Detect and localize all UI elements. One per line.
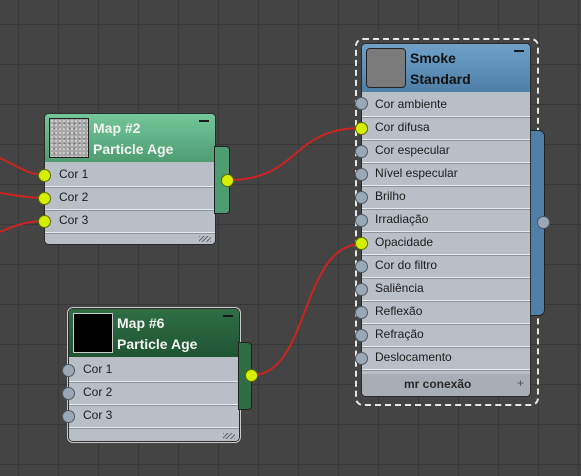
expand-icon[interactable]: + xyxy=(517,376,524,390)
node-map6-particle-age[interactable]: Map #6 Particle Age Cor 1 Cor 2 Cor 3 xyxy=(69,309,239,441)
input-row-brilho[interactable]: Brilho xyxy=(362,186,530,209)
input-row-cor-especular[interactable]: Cor especular xyxy=(362,140,530,163)
input-label: Cor especular xyxy=(375,143,450,157)
input-port-saliencia[interactable] xyxy=(355,283,368,296)
minimize-icon[interactable] xyxy=(514,50,524,52)
node-body: Cor ambiente Cor difusa Cor especular Ní… xyxy=(362,92,530,396)
input-label: Cor 2 xyxy=(83,385,113,399)
input-port-cor1[interactable] xyxy=(38,169,51,182)
mr-connection-group[interactable]: mr conexão + xyxy=(362,374,530,396)
node-header[interactable]: Map #2 Particle Age xyxy=(45,114,215,162)
output-port[interactable] xyxy=(245,369,258,382)
node-smoke-standard[interactable]: Smoke Standard Cor ambiente Cor difusa C… xyxy=(362,44,530,396)
input-row-deslocamento[interactable]: Deslocamento xyxy=(362,347,530,370)
input-label: Cor 3 xyxy=(83,408,113,422)
input-label: Cor 2 xyxy=(59,190,89,204)
input-port-cor-ambiente[interactable] xyxy=(355,97,368,110)
input-port-reflexao[interactable] xyxy=(355,306,368,319)
input-port-cor-especular[interactable] xyxy=(355,145,368,158)
input-row-cor1[interactable]: Cor 1 xyxy=(69,359,239,382)
node-title: Map #2 xyxy=(93,120,141,136)
minimize-icon[interactable] xyxy=(199,120,209,122)
input-port-cor2[interactable] xyxy=(38,192,51,205)
input-row-cor-difusa[interactable]: Cor difusa xyxy=(362,117,530,140)
input-label: Cor ambiente xyxy=(375,97,448,111)
input-label: Reflexão xyxy=(375,304,423,318)
output-port[interactable] xyxy=(537,216,550,229)
input-label: Opacidade xyxy=(375,235,434,249)
input-port-cor3[interactable] xyxy=(62,410,75,423)
node-subtitle: Particle Age xyxy=(93,141,174,157)
input-row-cor-ambiente[interactable]: Cor ambiente xyxy=(362,94,530,117)
input-row-cor1[interactable]: Cor 1 xyxy=(45,164,215,187)
wire-map2-to-cor-difusa xyxy=(227,127,363,181)
input-row-irradiacao[interactable]: Irradiação xyxy=(362,209,530,232)
input-row-cor2[interactable]: Cor 2 xyxy=(69,382,239,405)
node-subtitle: Particle Age xyxy=(117,336,198,352)
material-thumbnail xyxy=(366,48,406,88)
node-title: Map #6 xyxy=(117,315,165,331)
input-label: Cor difusa xyxy=(375,120,430,134)
input-label: Nível especular xyxy=(375,166,458,180)
map-thumbnail xyxy=(73,313,113,353)
input-label: Cor 1 xyxy=(83,362,113,376)
resize-grip-icon[interactable] xyxy=(223,433,235,439)
input-label: Cor 3 xyxy=(59,213,89,227)
minimize-icon[interactable] xyxy=(223,315,233,317)
input-port-opacidade[interactable] xyxy=(355,237,368,250)
input-port-refracao[interactable] xyxy=(355,329,368,342)
input-port-brilho[interactable] xyxy=(355,191,368,204)
input-label: Irradiação xyxy=(375,212,429,226)
input-row-reflexao[interactable]: Reflexão xyxy=(362,301,530,324)
input-row-nivel-especular[interactable]: Nível especular xyxy=(362,163,530,186)
input-port-nivel-especular[interactable] xyxy=(355,168,368,181)
input-row-cor2[interactable]: Cor 2 xyxy=(45,187,215,210)
input-port-cor-difusa[interactable] xyxy=(355,122,368,135)
node-subtitle: Standard xyxy=(410,71,471,87)
input-label: Cor do filtro xyxy=(375,258,438,272)
input-port-cor3[interactable] xyxy=(38,215,51,228)
node-header[interactable]: Map #6 Particle Age xyxy=(69,309,239,357)
input-port-cor1[interactable] xyxy=(62,364,75,377)
input-row-refracao[interactable]: Refração xyxy=(362,324,530,347)
input-row-opacidade[interactable]: Opacidade xyxy=(362,232,530,255)
map-thumbnail xyxy=(49,118,89,158)
input-label: Brilho xyxy=(375,189,406,203)
input-port-irradiacao[interactable] xyxy=(355,214,368,227)
input-label: Cor 1 xyxy=(59,167,89,181)
output-port[interactable] xyxy=(221,174,234,187)
input-label: Saliência xyxy=(375,281,424,295)
group-label: mr conexão xyxy=(404,377,472,391)
input-row-cor3[interactable]: Cor 3 xyxy=(45,210,215,233)
input-row-cor3[interactable]: Cor 3 xyxy=(69,405,239,428)
input-port-cor-do-filtro[interactable] xyxy=(355,260,368,273)
node-title: Smoke xyxy=(410,50,456,66)
wire-map6-to-opacidade xyxy=(251,243,363,376)
input-row-cor-do-filtro[interactable]: Cor do filtro xyxy=(362,255,530,278)
input-label: Deslocamento xyxy=(375,350,452,364)
resize-grip-icon[interactable] xyxy=(199,236,211,242)
input-label: Refração xyxy=(375,327,424,341)
input-port-cor2[interactable] xyxy=(62,387,75,400)
node-header[interactable]: Smoke Standard xyxy=(362,44,530,92)
node-map2-particle-age[interactable]: Map #2 Particle Age Cor 1 Cor 2 Cor 3 xyxy=(45,114,215,244)
node-body: Cor 1 Cor 2 Cor 3 xyxy=(69,357,239,441)
input-port-deslocamento[interactable] xyxy=(355,352,368,365)
node-body: Cor 1 Cor 2 Cor 3 xyxy=(45,162,215,244)
input-row-saliencia[interactable]: Saliência xyxy=(362,278,530,301)
